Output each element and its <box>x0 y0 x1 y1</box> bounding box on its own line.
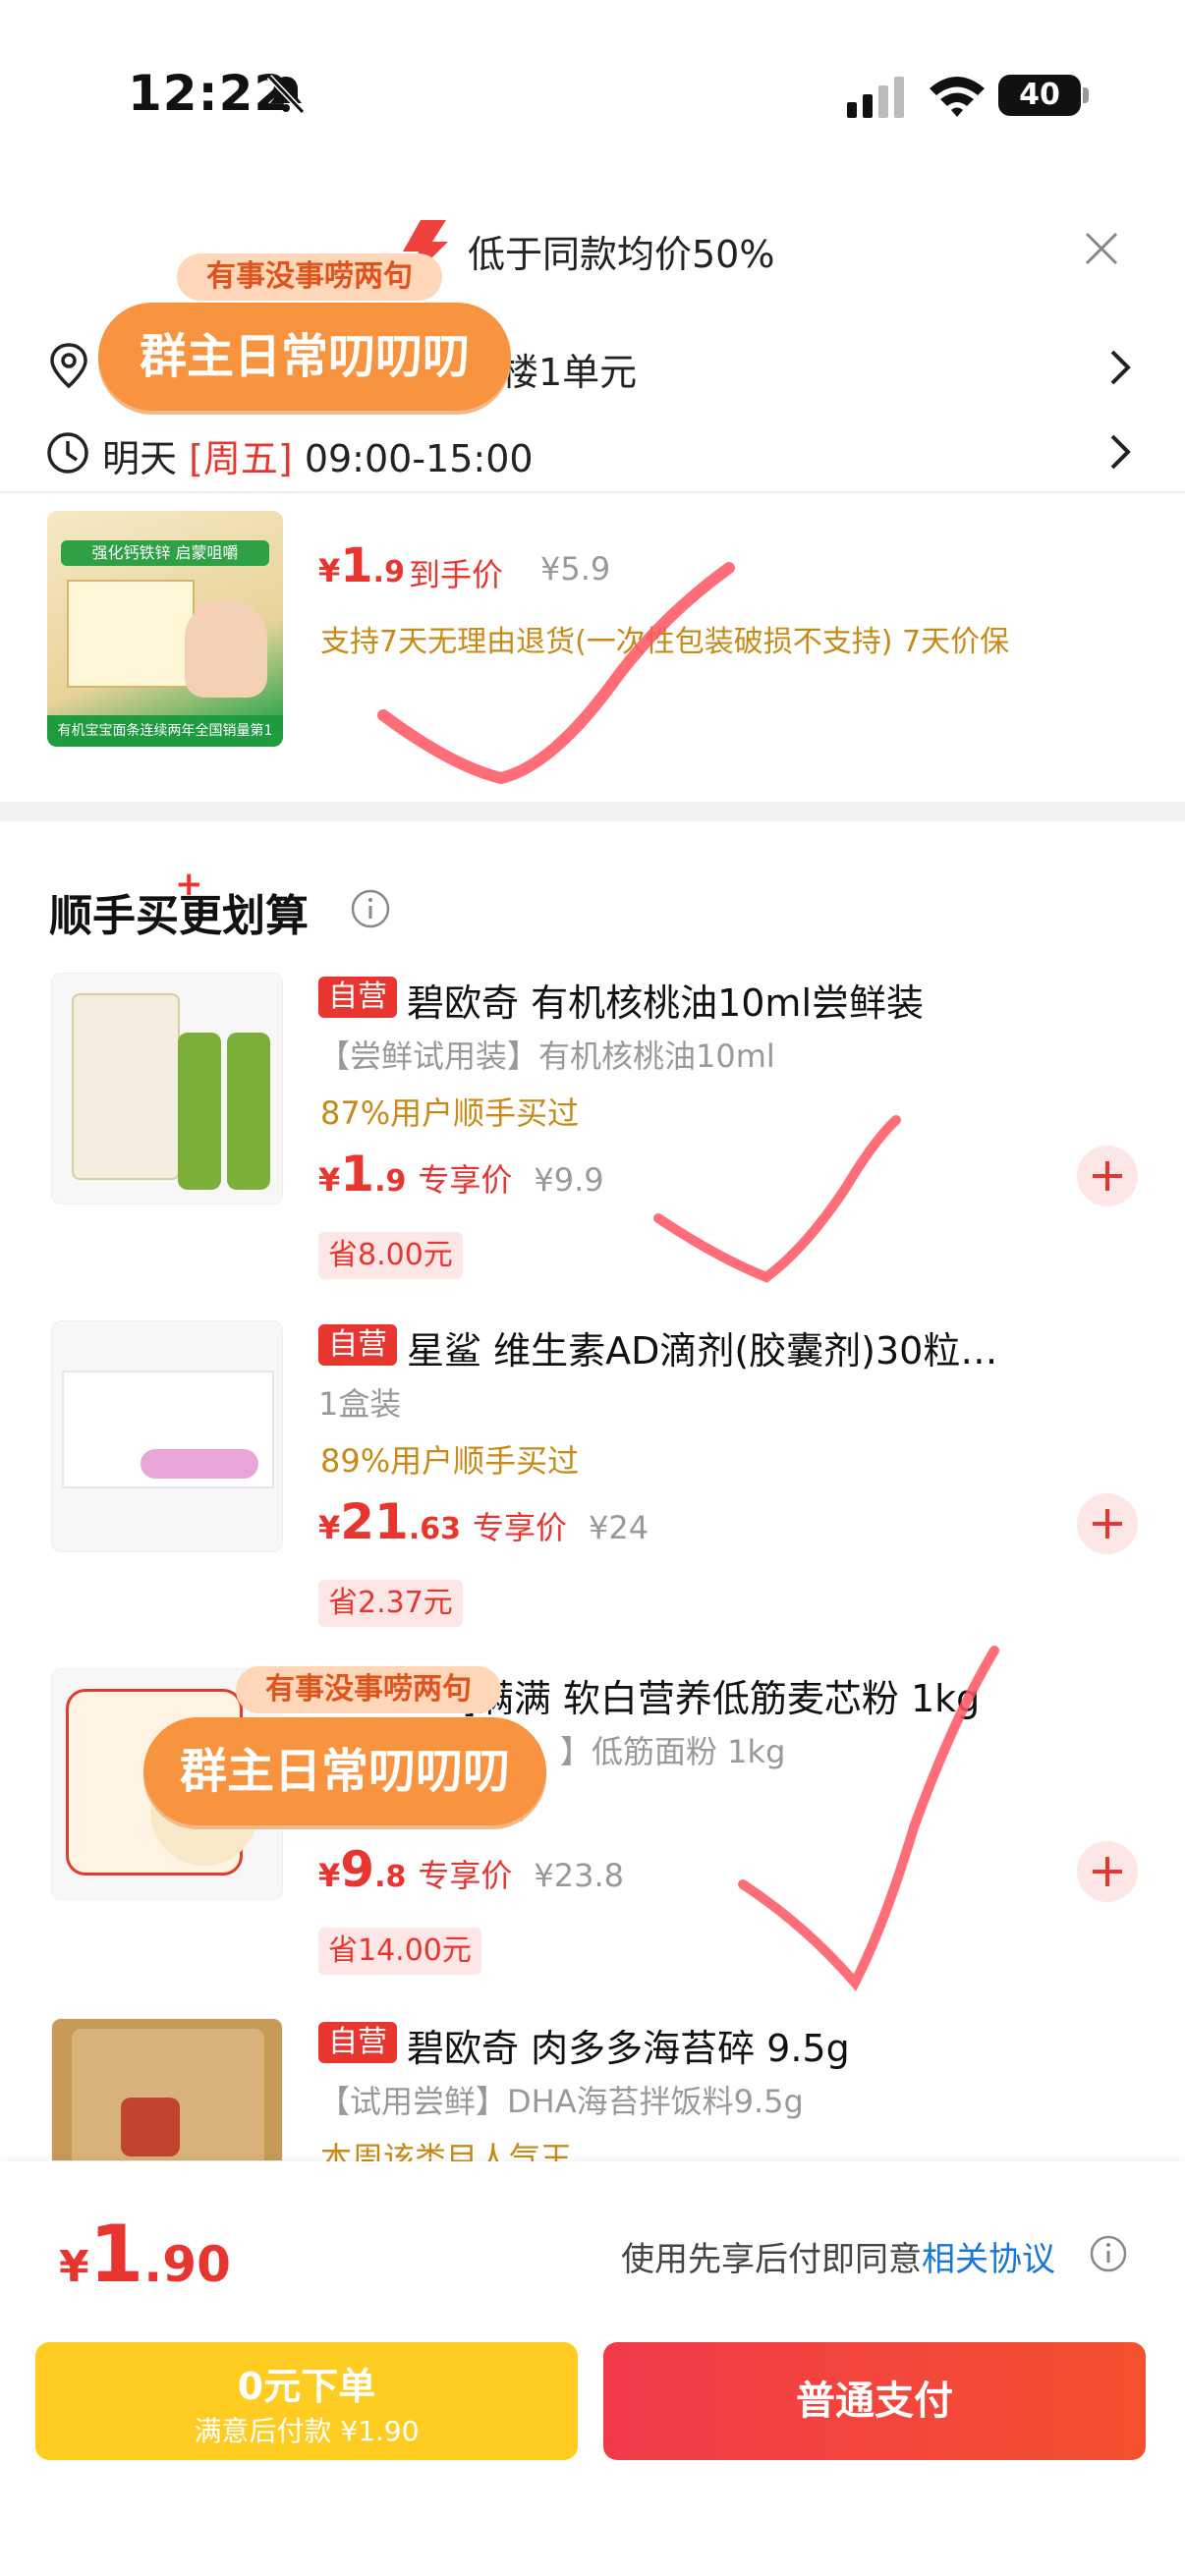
sticker-title: 群主日常叨叨叨 <box>98 303 511 411</box>
address-text: 楼1单元 <box>501 351 638 394</box>
original-price: ¥23.8 <box>534 1857 624 1894</box>
item-bought-rate: 87%用户顺手买过 <box>320 1094 580 1132</box>
normal-pay-button[interactable]: 普通支付 <box>603 2342 1146 2460</box>
info-icon[interactable] <box>350 888 391 929</box>
item-title: ]满满 软白营养低筋麦芯粉 1kg <box>462 1677 981 1720</box>
item-bought-rate: 89%用户顺手买过 <box>320 1442 580 1480</box>
price-int: 9 <box>340 1841 375 1898</box>
price-yen: ¥ <box>59 2242 89 2292</box>
list-item[interactable]: 自营 碧欧奇 肉多多海苔碎 9.5g 【试用尝鲜】DHA海苔拌饭料9.5g 本周… <box>0 2018 1185 2161</box>
self-operated-tag: 自营 <box>318 2022 397 2063</box>
delivery-prefix: 明天 <box>102 437 190 480</box>
item-price: ¥1.9 专享价 ¥9.9 <box>318 1146 604 1203</box>
original-price: ¥5.9 <box>540 550 611 588</box>
clock-icon <box>47 432 88 474</box>
item-title: 碧欧奇 有机核桃油10ml尝鲜装 <box>407 981 925 1025</box>
chevron-right-icon[interactable] <box>1104 346 1134 389</box>
item-title: 星鲨 维生素AD滴剂(胶囊剂)30粒… <box>407 1329 998 1372</box>
price-yen: ¥ <box>318 1857 341 1894</box>
price-label: 专享价 <box>418 1161 513 1199</box>
self-operated-tag: 自营 <box>318 977 397 1018</box>
pay-later-label: 0元下单 <box>237 2365 376 2408</box>
product-image-bottom: 有机宝宝面条连续两年全国销量第1 <box>47 715 283 747</box>
sticker-title: 群主日常叨叨叨 <box>143 1717 546 1825</box>
item-price: ¥9.8 专享价 ¥23.8 <box>318 1841 624 1898</box>
price-dec: .63 <box>408 1512 462 1546</box>
save-badge: 省8.00元 <box>318 1232 463 1279</box>
sticker-tagline: 有事没事唠两句 <box>236 1666 501 1713</box>
sticker-tagline: 有事没事唠两句 <box>177 253 442 301</box>
item-subtitle: 【试用尝鲜】DHA海苔拌饭料9.5g <box>318 2083 804 2120</box>
agreement-text: 使用先享后付即同意相关协议 <box>621 2232 1055 2280</box>
list-item[interactable]: 自营 碧欧奇 有机核桃油10ml尝鲜装 【尝鲜试用装】有机核桃油10ml 87%… <box>0 973 1185 1318</box>
price-yen: ¥ <box>318 552 341 589</box>
price-int: 21 <box>340 1493 409 1550</box>
item-bought-rate: 本周该类目人气王 <box>320 2140 573 2161</box>
price-int: 1 <box>340 1146 375 1203</box>
item-subtitle: 【尝鲜试用装】有机核桃油10ml <box>318 1037 775 1075</box>
item-thumbnail[interactable] <box>51 1320 283 1552</box>
original-price: ¥24 <box>589 1509 649 1546</box>
price-dec: .90 <box>143 2236 231 2293</box>
delivery-weekday: [周五] <box>189 437 293 480</box>
total-price: ¥1.90 <box>59 2209 231 2300</box>
wifi-icon <box>930 77 985 117</box>
item-subtitle: 】低筋面粉 1kg <box>560 1733 786 1770</box>
add-to-cart-button[interactable] <box>1077 1146 1138 1206</box>
item-price: ¥21.63 专享价 ¥24 <box>318 1493 649 1550</box>
price-label: 专享价 <box>473 1509 568 1546</box>
battery-indicator: 40 <box>998 75 1089 116</box>
info-icon[interactable] <box>1089 2234 1128 2273</box>
bell-off-icon <box>266 74 306 115</box>
pay-later-sub: 满意后付款 ¥1.90 <box>194 2415 420 2447</box>
save-badge: 省14.00元 <box>318 1928 481 1975</box>
item-title: 碧欧奇 肉多多海苔碎 9.5g <box>407 2027 850 2070</box>
product-image[interactable]: 强化钙铁锌 启蒙咀嚼 有机宝宝面条连续两年全国销量第1 <box>47 511 283 747</box>
add-to-cart-button[interactable] <box>1077 1841 1138 1902</box>
item-thumbnail[interactable] <box>51 973 283 1204</box>
item-thumbnail[interactable] <box>51 2018 283 2161</box>
main-price: ¥1.9 <box>318 538 405 593</box>
price-label: 专享价 <box>418 1857 513 1894</box>
price-dec: .9 <box>374 1164 407 1199</box>
price-dec: .9 <box>372 555 405 589</box>
price-int: 1 <box>340 538 373 593</box>
product-image-banner: 强化钙铁锌 启蒙咀嚼 <box>61 540 269 566</box>
save-badge: 省2.37元 <box>318 1580 463 1627</box>
delivery-time[interactable]: 明天 [周五] 09:00-15:00 <box>102 428 534 482</box>
baby-photo <box>185 599 267 698</box>
section-plus: + <box>175 865 203 904</box>
pay-later-button[interactable]: 0元下单 满意后付款 ¥1.90 <box>35 2342 578 2460</box>
price-yen: ¥ <box>318 1161 341 1199</box>
delivery-hours: 09:00-15:00 <box>292 437 534 480</box>
price-label: 到手价 <box>409 556 504 593</box>
cellular-signal-icon <box>847 77 904 118</box>
chevron-right-icon[interactable] <box>1104 430 1134 474</box>
item-subtitle: 1盒装 <box>318 1385 402 1423</box>
close-icon[interactable] <box>1077 224 1126 273</box>
divider <box>0 491 1185 493</box>
price-banner-text: 低于同款均价50% <box>468 233 775 276</box>
price-yen: ¥ <box>318 1509 341 1546</box>
product-box <box>67 580 195 688</box>
price-int: 1 <box>88 2209 144 2300</box>
agreement-prefix: 使用先享后付即同意 <box>621 2240 922 2279</box>
price-dec: .8 <box>374 1860 407 1894</box>
agreement-link[interactable]: 相关协议 <box>922 2240 1055 2279</box>
location-pin-icon <box>50 343 87 389</box>
list-item[interactable]: 自营 星鲨 维生素AD滴剂(胶囊剂)30粒… 1盒装 89%用户顺手买过 ¥21… <box>0 1320 1185 1666</box>
section-divider <box>0 802 1185 821</box>
original-price: ¥9.9 <box>534 1161 604 1199</box>
self-operated-tag: 自营 <box>318 1324 397 1366</box>
support-policy: 支持7天无理由退货(一次性包装破损不支持) 7天价保 <box>320 625 1010 659</box>
add-to-cart-button[interactable] <box>1077 1493 1138 1554</box>
